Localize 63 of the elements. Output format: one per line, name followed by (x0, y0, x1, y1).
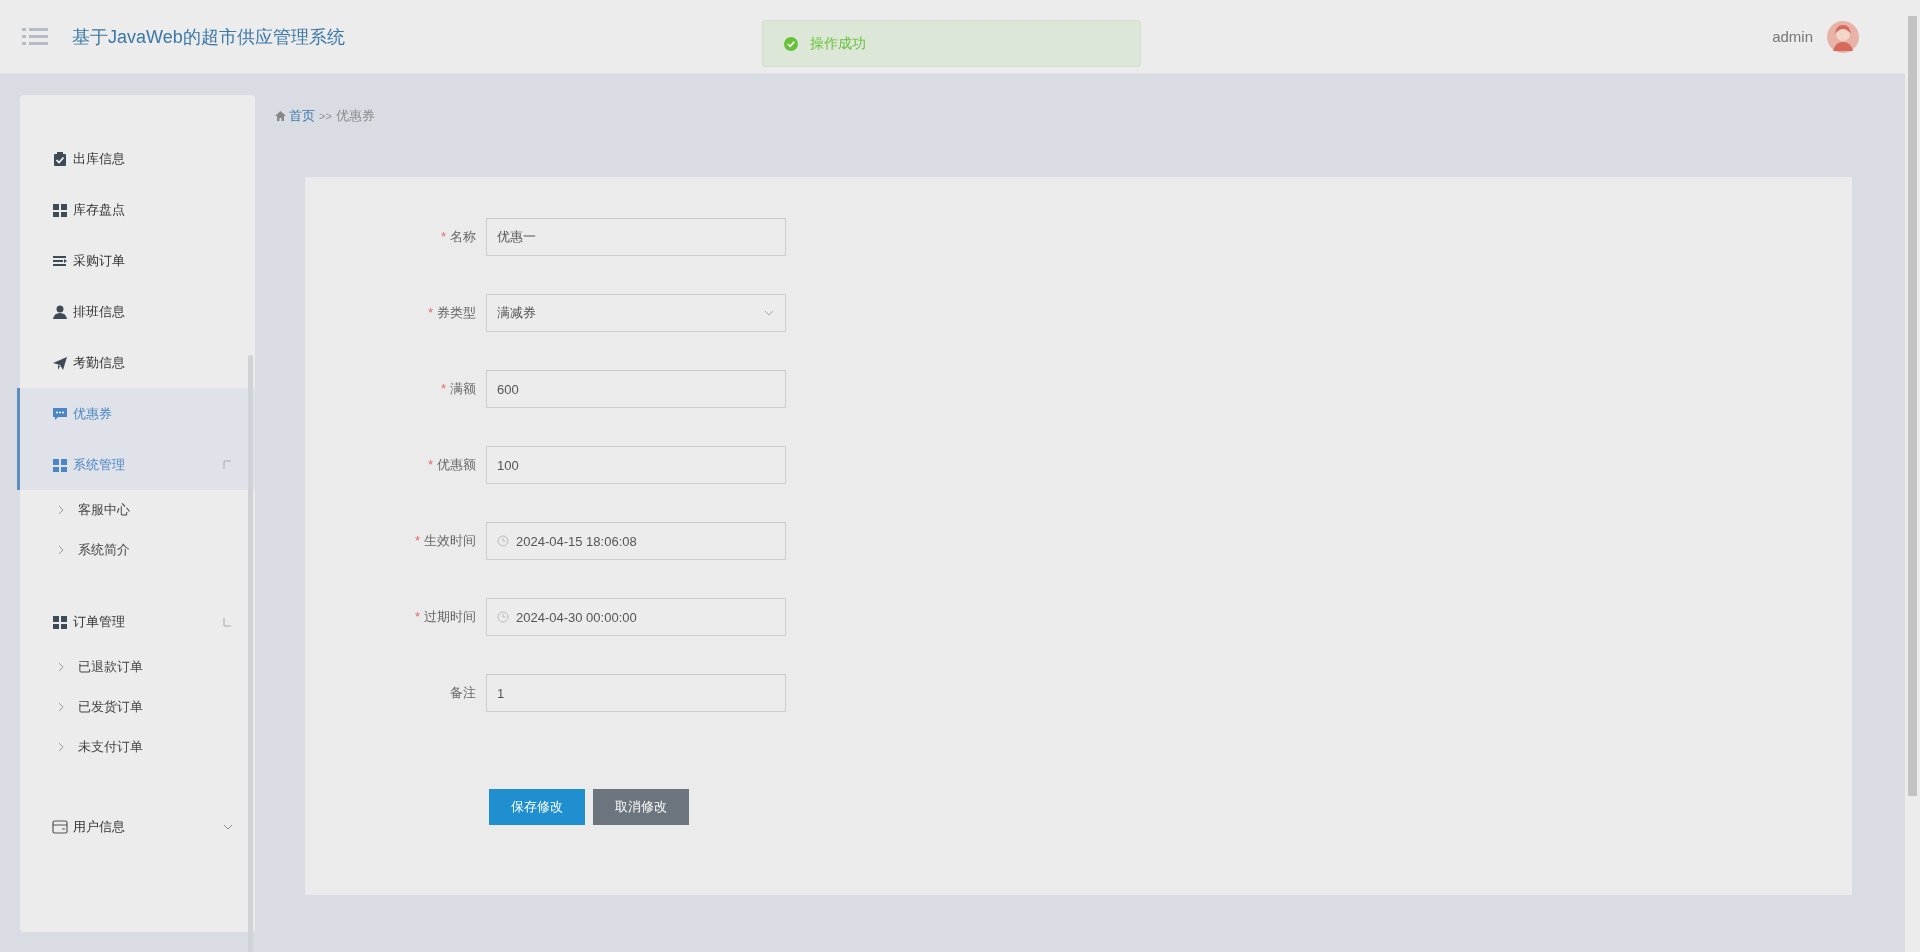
wallet-icon (52, 818, 68, 835)
sidebar-item[interactable]: 排班信息 (17, 286, 255, 337)
sidebar-subitem[interactable]: 已发货订单 (20, 687, 255, 727)
breadcrumb-current: 优惠券 (335, 107, 375, 125)
paper-plane-icon (52, 354, 68, 371)
home-link[interactable]: 首页 (275, 107, 315, 125)
field-label: 备注 (450, 685, 476, 700)
app-title: 基于JavaWeb的超市供应管理系统 (72, 25, 345, 49)
cancel-button[interactable]: 取消修改 (593, 789, 689, 825)
required-mark: * (427, 457, 433, 472)
required-mark: * (440, 381, 446, 396)
date-field[interactable]: 2024-04-15 18:06:08 (486, 522, 786, 560)
breadcrumb-separator: >> (319, 110, 332, 122)
check-circle-icon (784, 36, 798, 51)
corner-icon (223, 616, 233, 627)
required-mark: * (440, 229, 446, 244)
clipboard-check-icon (52, 150, 68, 167)
clock-icon (497, 611, 509, 623)
user-name[interactable]: admin (1772, 28, 1813, 45)
field-label: 券类型 (437, 305, 476, 320)
sidebar-item[interactable]: 出库信息 (17, 133, 255, 184)
menu-icon[interactable] (22, 25, 50, 48)
sidebar-item[interactable]: 库存盘点 (17, 184, 255, 235)
sidebar-subitem[interactable]: 未支付订单 (20, 727, 255, 767)
scrollbar[interactable] (248, 355, 253, 952)
sidebar-subitem[interactable]: 系统简介 (20, 530, 255, 570)
input-field[interactable]: 100 (486, 446, 786, 484)
sidebar-subitem[interactable]: 客服中心 (20, 490, 255, 530)
clock-icon (497, 535, 509, 547)
person-icon (52, 303, 68, 320)
field-label: 生效时间 (424, 533, 476, 548)
home-icon (275, 111, 286, 121)
field-label: 满额 (450, 381, 476, 396)
date-field[interactable]: 2024-04-30 00:00:00 (486, 598, 786, 636)
sidebar-item[interactable]: 考勤信息 (17, 337, 255, 388)
grid-icon (52, 456, 68, 473)
grid-icon (52, 613, 68, 630)
sidebar-subitem[interactable]: 已退款订单 (20, 647, 255, 687)
required-mark: * (414, 609, 420, 624)
chevron-right-icon (56, 505, 66, 515)
select-field[interactable]: 满减券 (486, 294, 786, 332)
input-field[interactable]: 优惠一 (486, 218, 786, 256)
sidebar-item[interactable]: 用户信息 (17, 801, 255, 852)
save-button[interactable]: 保存修改 (489, 789, 585, 825)
input-field[interactable]: 600 (486, 370, 786, 408)
field-label: 优惠额 (437, 457, 476, 472)
required-mark: * (427, 305, 433, 320)
chat-icon (52, 405, 68, 422)
chevron-right-icon (56, 545, 66, 555)
chevron-right-icon (56, 662, 66, 672)
corner-icon (223, 459, 233, 470)
avatar-icon[interactable] (1827, 20, 1859, 53)
sidebar-item[interactable]: 采购订单 (17, 235, 255, 286)
field-label: 过期时间 (424, 609, 476, 624)
required-mark: * (414, 533, 420, 548)
input-field[interactable]: 1 (486, 674, 786, 712)
chevron-right-icon (56, 742, 66, 752)
scrollbar[interactable] (1905, 0, 1920, 952)
sidebar-item[interactable]: 订单管理 (17, 596, 255, 647)
grid-icon (52, 201, 68, 218)
field-label: 名称 (450, 229, 476, 244)
chevron-right-icon (56, 702, 66, 712)
toast-message: 操作成功 (810, 34, 866, 53)
